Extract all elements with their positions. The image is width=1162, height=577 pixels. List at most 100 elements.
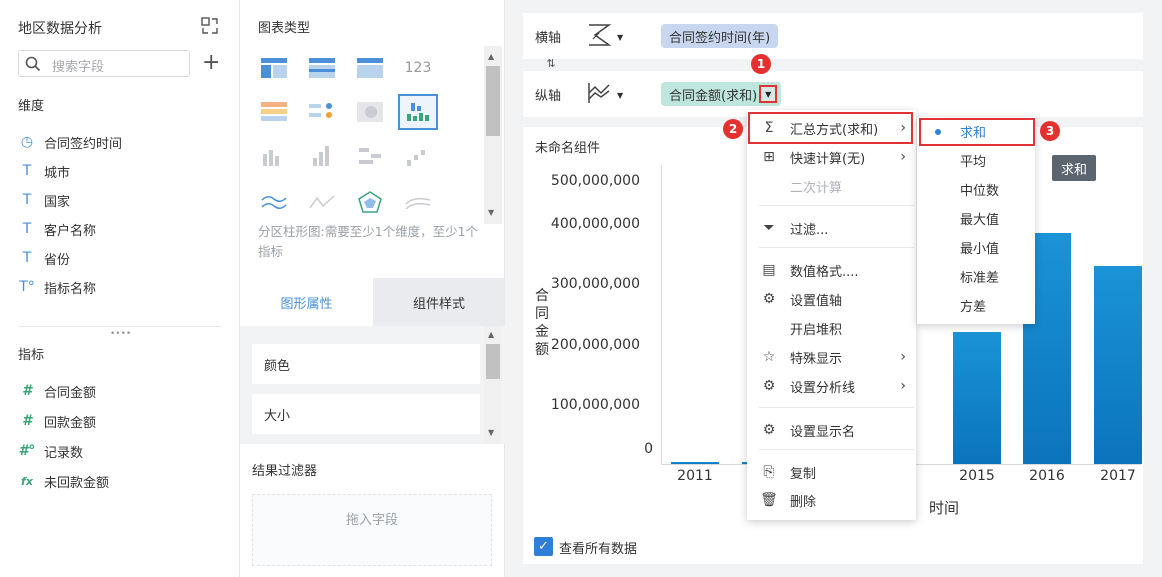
submenu-item-max[interactable]: 最大值 [917,204,1035,233]
submenu-item-variance[interactable]: 方差 [917,291,1035,320]
field-context-menu: Σ 汇总方式(求和) › ⊞ 快速计算(无) › 二次计算 ⏷ 过滤... ▤ 数值格式..… [747,110,916,520]
filter-drop-zone[interactable]: 拖入字段 [252,494,492,566]
color-table-icon[interactable] [254,94,294,130]
table-chart-icon[interactable] [254,50,294,86]
line-chart-icon[interactable] [302,184,342,220]
menu-item-label: 二次计算 [790,180,843,196]
color-property[interactable]: 颜色 [252,344,480,384]
field-item[interactable]: # 合同金额 [18,380,96,402]
field-item[interactable]: T 省份 [18,247,70,269]
text-type-icon: T [22,192,32,208]
property-list: 颜色 大小 ▲ ▼ [240,326,505,444]
field-item[interactable]: T 国家 [18,189,70,211]
y-axis-field-pill[interactable]: 合同金额(求和) ▼ [661,82,782,106]
size-property[interactable]: 大小 [252,394,480,434]
switch-dataset-icon[interactable] [200,16,220,36]
y-axis-type-icon[interactable] [587,81,613,107]
chart-type-scrollbar[interactable]: ▲ ▼ [484,46,502,224]
menu-item-value-axis[interactable]: ⚙ 设置值轴 [747,285,916,313]
x-axis-row: 横轴 ▼ 合同签约时间(年) [523,13,1143,59]
menu-item-delete[interactable]: 🗑 删除 [747,486,916,514]
text-type-icon: T° [19,279,35,295]
cross-table-icon[interactable] [302,50,342,86]
dot-table-icon[interactable] [302,94,342,130]
bar-2011[interactable] [671,462,719,464]
menu-item-number-format[interactable]: ▤ 数值格式.... [747,256,916,284]
resize-handle[interactable]: •••• [110,329,131,339]
number-format-icon: ▤ [762,262,776,278]
menu-item-stack[interactable]: 开启堆积 [747,314,916,342]
field-item[interactable]: T° 指标名称 [18,276,96,298]
detail-table-icon[interactable] [350,50,390,86]
add-field-icon[interactable]: + [202,52,220,74]
bar-2017[interactable] [1094,266,1142,464]
text-type-icon: T [22,250,32,266]
menu-item-filter[interactable]: ⏷ 过滤... [747,214,916,242]
bar-chart-icon[interactable] [254,138,294,174]
menu-item-secondary-calc: 二次计算 [747,172,916,200]
menu-item-copy[interactable]: ⎘ 复制 [747,458,916,486]
field-item[interactable]: fx 未回款金额 [18,470,109,492]
submenu-item-median[interactable]: 中位数 [917,175,1035,204]
chevron-down-icon[interactable]: ▼ [617,91,623,100]
x-axis-field-pill[interactable]: 合同签约时间(年) [661,24,779,48]
scroll-thumb[interactable] [486,66,500,136]
scroll-down-icon[interactable]: ▼ [488,428,494,437]
bar-2015[interactable] [953,332,1001,464]
menu-item-label: 删除 [790,494,817,510]
menu-item-analysis-line[interactable]: ⚙ 设置分析线 › [747,372,916,400]
column-chart-icon[interactable] [302,138,342,174]
scroll-up-icon[interactable]: ▲ [488,52,494,61]
submenu-item-average[interactable]: 平均 [917,146,1035,175]
property-scrollbar[interactable]: ▲ ▼ [484,326,502,444]
aggregation-submenu: 求和 平均 中位数 最大值 最小值 标准差 方差 [917,117,1035,324]
area-chart-icon[interactable] [254,184,294,220]
field-item[interactable]: #° 记录数 [18,440,83,462]
radar-chart-icon[interactable] [350,184,390,220]
number-icon: # [22,413,32,429]
waterfall-icon[interactable] [398,138,438,174]
menu-item-special-display[interactable]: ☆ 特殊显示 › [747,343,916,371]
x-axis-type-icon[interactable] [587,23,613,49]
y-axis-field-label: 合同金额(求和) [669,88,758,104]
clock-icon: ◷ [20,134,34,150]
partition-bar-icon[interactable] [398,94,438,130]
menu-item-display-name[interactable]: ⚙ 设置显示名 [747,416,916,444]
menu-item-quick-calc[interactable]: ⊞ 快速计算(无) › [747,143,916,171]
field-item[interactable]: T 客户名称 [18,218,96,240]
field-dropdown-button[interactable]: ▼ [759,85,778,103]
tab-graph-properties[interactable]: 图形属性 [240,278,373,326]
horizontal-bar-icon[interactable] [350,138,390,174]
x-axis-title: 时间 [929,499,960,517]
scroll-thumb[interactable] [486,344,500,379]
y-axis-label: 纵轴 [535,89,562,104]
search-input[interactable]: 搜索字段 [18,50,190,77]
field-item[interactable]: # 回款金额 [18,410,96,432]
field-label: 回款金额 [44,415,97,431]
star-icon: ☆ [762,349,776,365]
scroll-up-icon[interactable]: ▲ [488,330,494,339]
gear-icon: ⚙ [762,378,776,394]
copy-icon: ⎘ [763,464,775,480]
submenu-item-min[interactable]: 最小值 [917,233,1035,262]
menu-item-label: 设置显示名 [790,424,856,440]
range-area-icon[interactable] [398,184,438,220]
field-label: 合同签约时间 [44,136,123,152]
heat-map-icon[interactable] [350,94,390,130]
show-all-checkbox[interactable]: ✓ [534,537,553,556]
scroll-down-icon[interactable]: ▼ [488,208,494,217]
field-item[interactable]: T 城市 [18,160,70,182]
field-label: 指标名称 [44,281,97,297]
search-icon [25,56,41,72]
tab-component-style[interactable]: 组件样式 [373,278,505,326]
chevron-right-icon: › [900,149,906,165]
chevron-down-icon[interactable]: ▼ [617,33,623,42]
menu-item-label: 开启堆积 [790,322,843,338]
text-type-icon: T [22,163,32,179]
kpi-number-icon[interactable]: 123 [398,50,438,86]
field-item[interactable]: ◷ 合同签约时间 [18,131,122,153]
submenu-item-stddev[interactable]: 标准差 [917,262,1035,291]
trash-icon: 🗑 [760,492,778,508]
chevron-right-icon: › [900,349,906,365]
x-tick-label: 2016 [1029,468,1065,484]
